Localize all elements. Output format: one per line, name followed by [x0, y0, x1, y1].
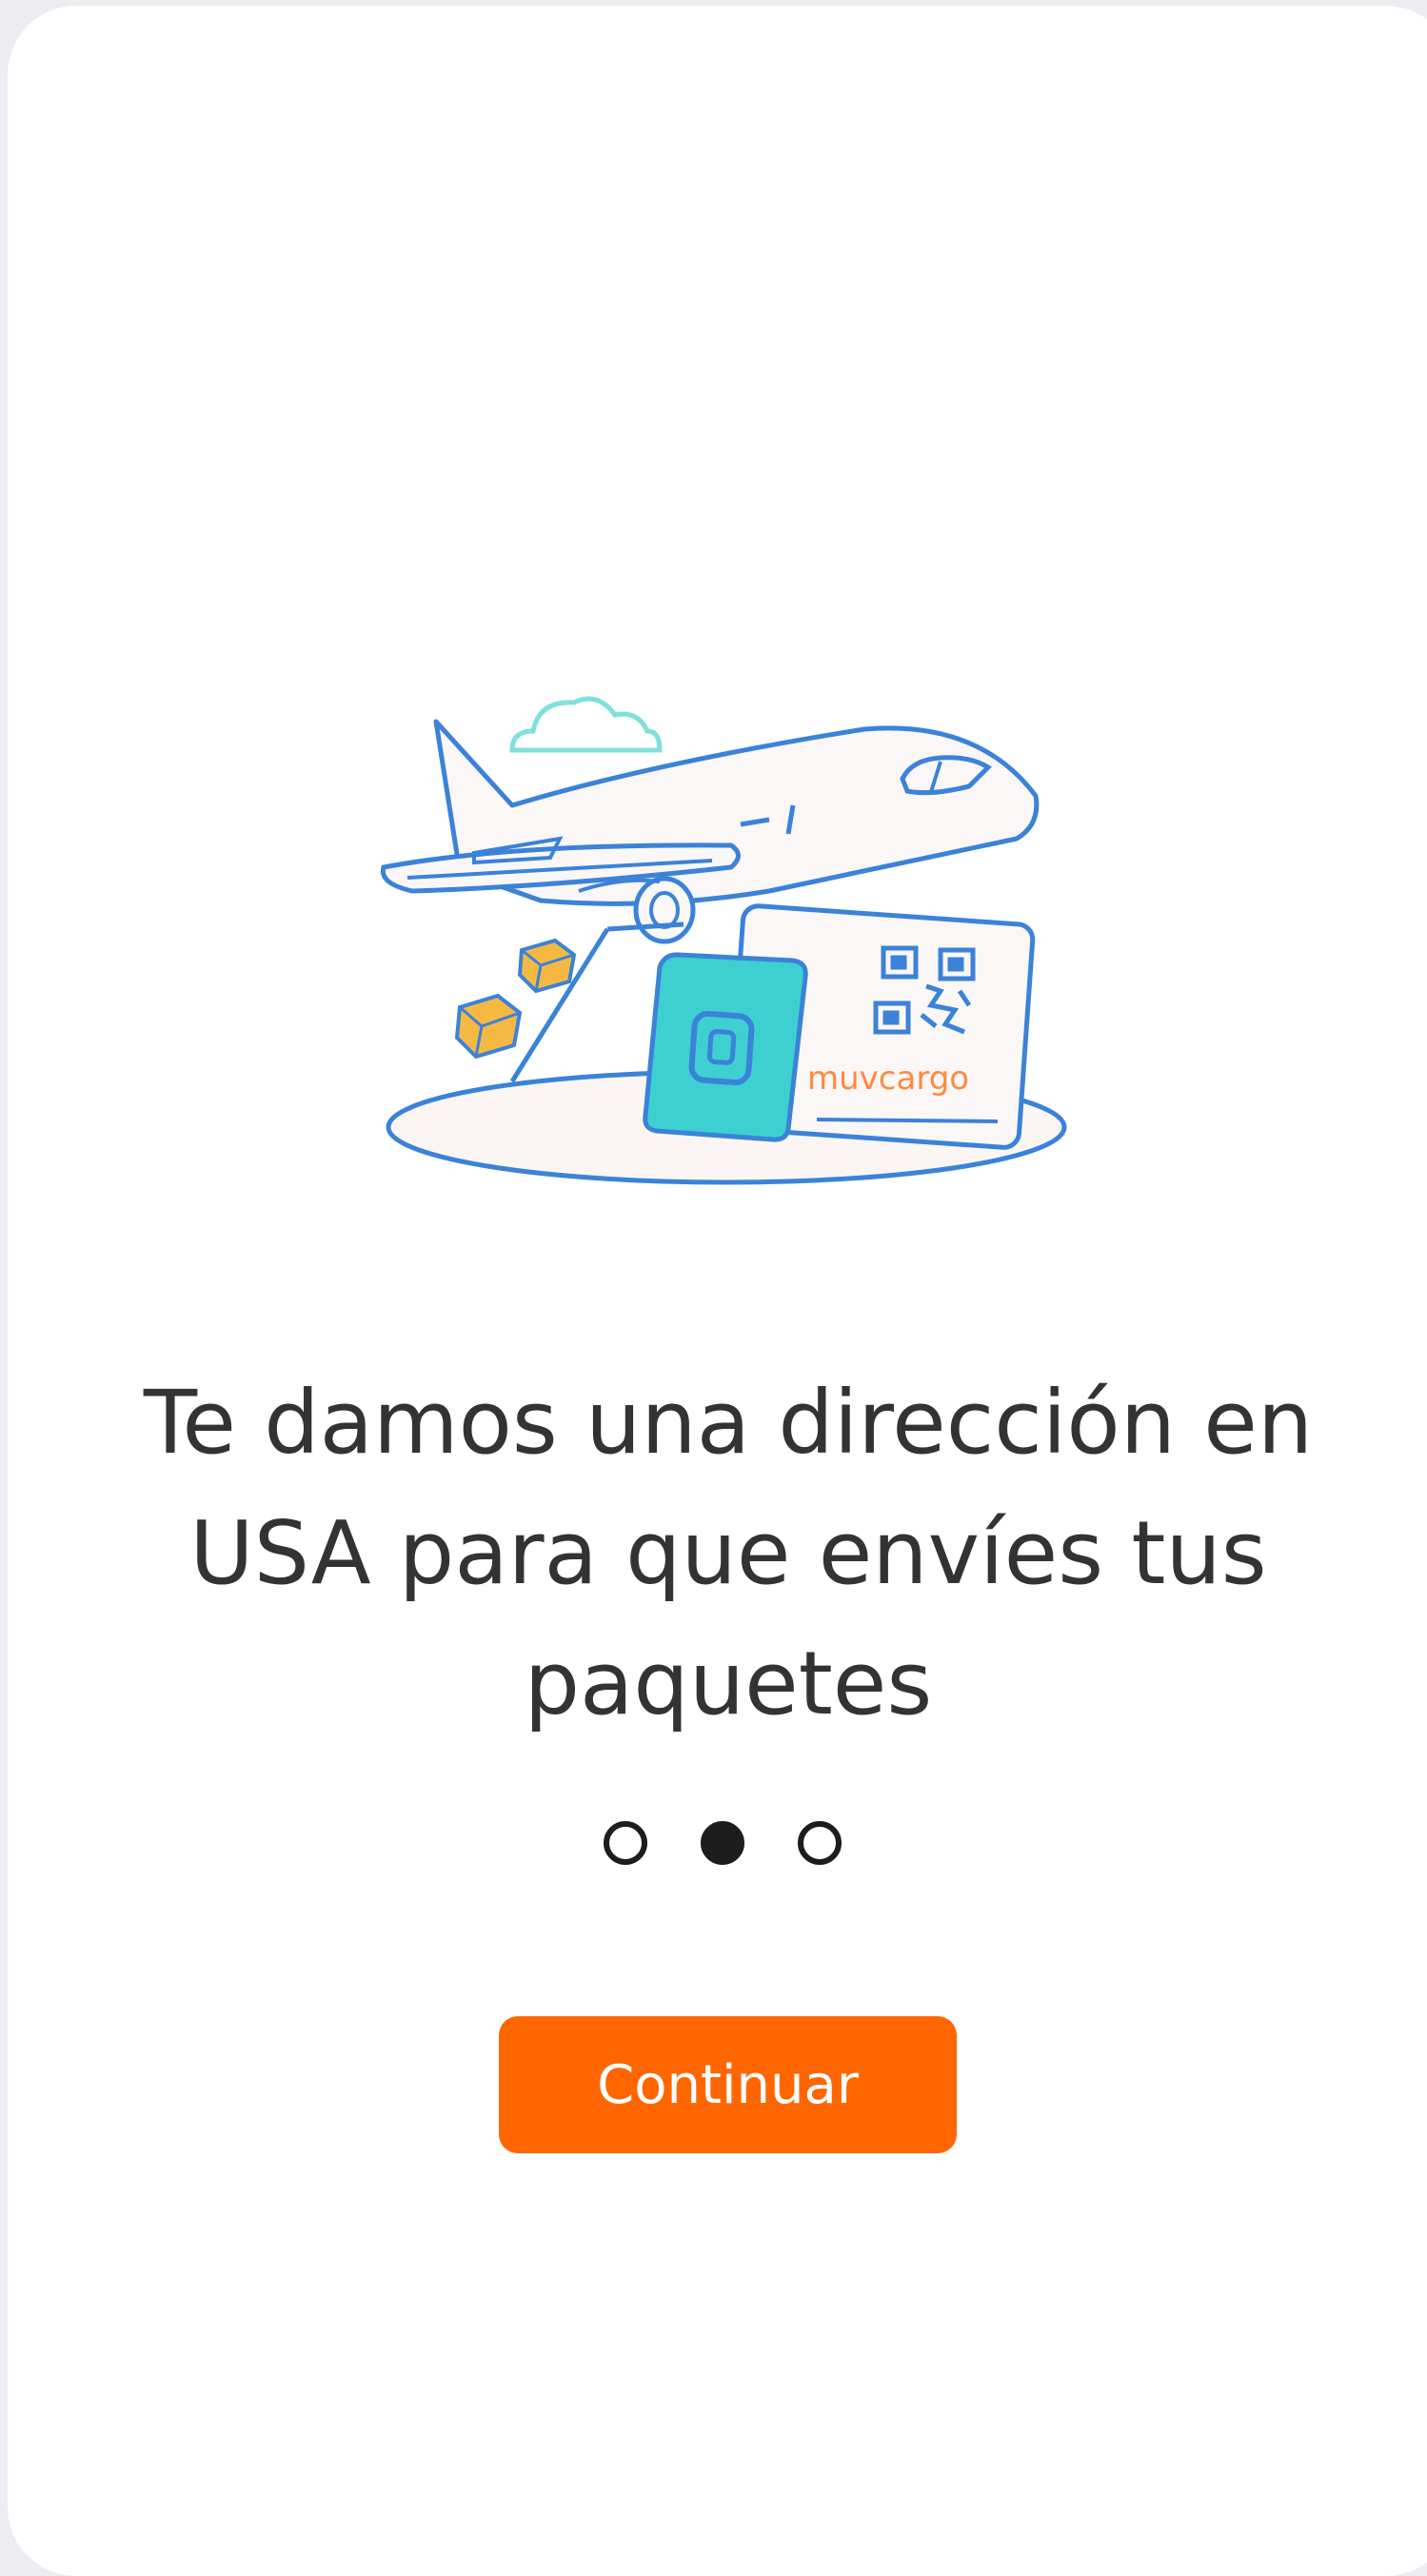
- airplane-delivery-illustration: muvcargo: [380, 696, 1067, 1185]
- phone-icon: [643, 952, 808, 1142]
- package-box-icon: [517, 938, 577, 994]
- onboarding-title-line-2: USA para que envíes tus: [189, 1502, 1267, 1604]
- package-box-icon-2: [454, 993, 523, 1060]
- onboarding-card: muvcargo Te damos una dirección en USA p…: [8, 6, 1427, 2576]
- onboarding-title: Te damos una dirección en USA para que e…: [8, 1357, 1427, 1749]
- continue-button[interactable]: Continuar: [499, 2016, 957, 2153]
- airplane-engine: [633, 876, 696, 944]
- brand-logo-text: muvcargo: [807, 1060, 969, 1098]
- onboarding-title-line-3: paquetes: [524, 1633, 933, 1734]
- page-dot-2-active[interactable]: [701, 1821, 744, 1865]
- cloud-icon: [509, 696, 663, 753]
- page-dot-3[interactable]: [798, 1821, 842, 1865]
- page-dot-1[interactable]: [604, 1821, 647, 1865]
- onboarding-title-line-1: Te damos una dirección en: [143, 1372, 1314, 1474]
- page-indicator: [604, 1821, 853, 1874]
